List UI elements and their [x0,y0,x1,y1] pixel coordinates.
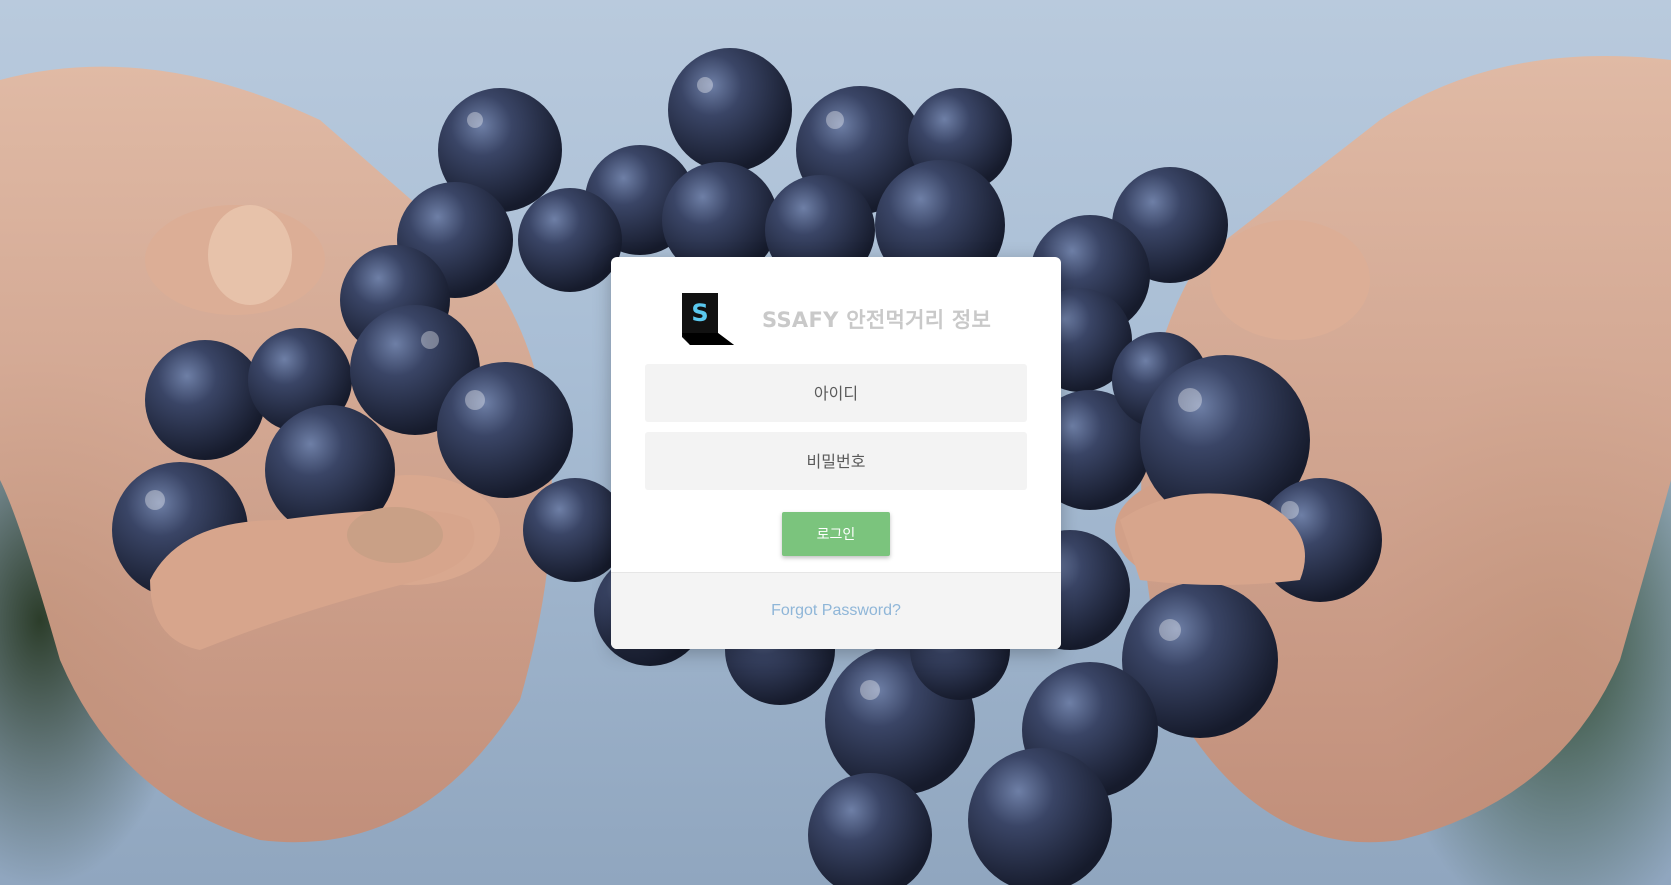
login-card-footer: Forgot Password? [611,572,1061,649]
login-button[interactable]: 로그인 [782,512,890,556]
login-card: S SSAFY 안전먹거리 정보 로그인 Forgot Password? [611,257,1061,649]
ssafy-logo-icon: S [682,293,734,345]
id-input[interactable] [645,364,1027,422]
brand-header: S SSAFY 안전먹거리 정보 [682,293,991,345]
svg-text:S: S [691,299,708,327]
app-title: SSAFY 안전먹거리 정보 [762,308,992,332]
forgot-password-link[interactable]: Forgot Password? [771,602,901,620]
password-input[interactable] [645,432,1027,490]
login-form: S SSAFY 안전먹거리 정보 로그인 [611,257,1061,573]
